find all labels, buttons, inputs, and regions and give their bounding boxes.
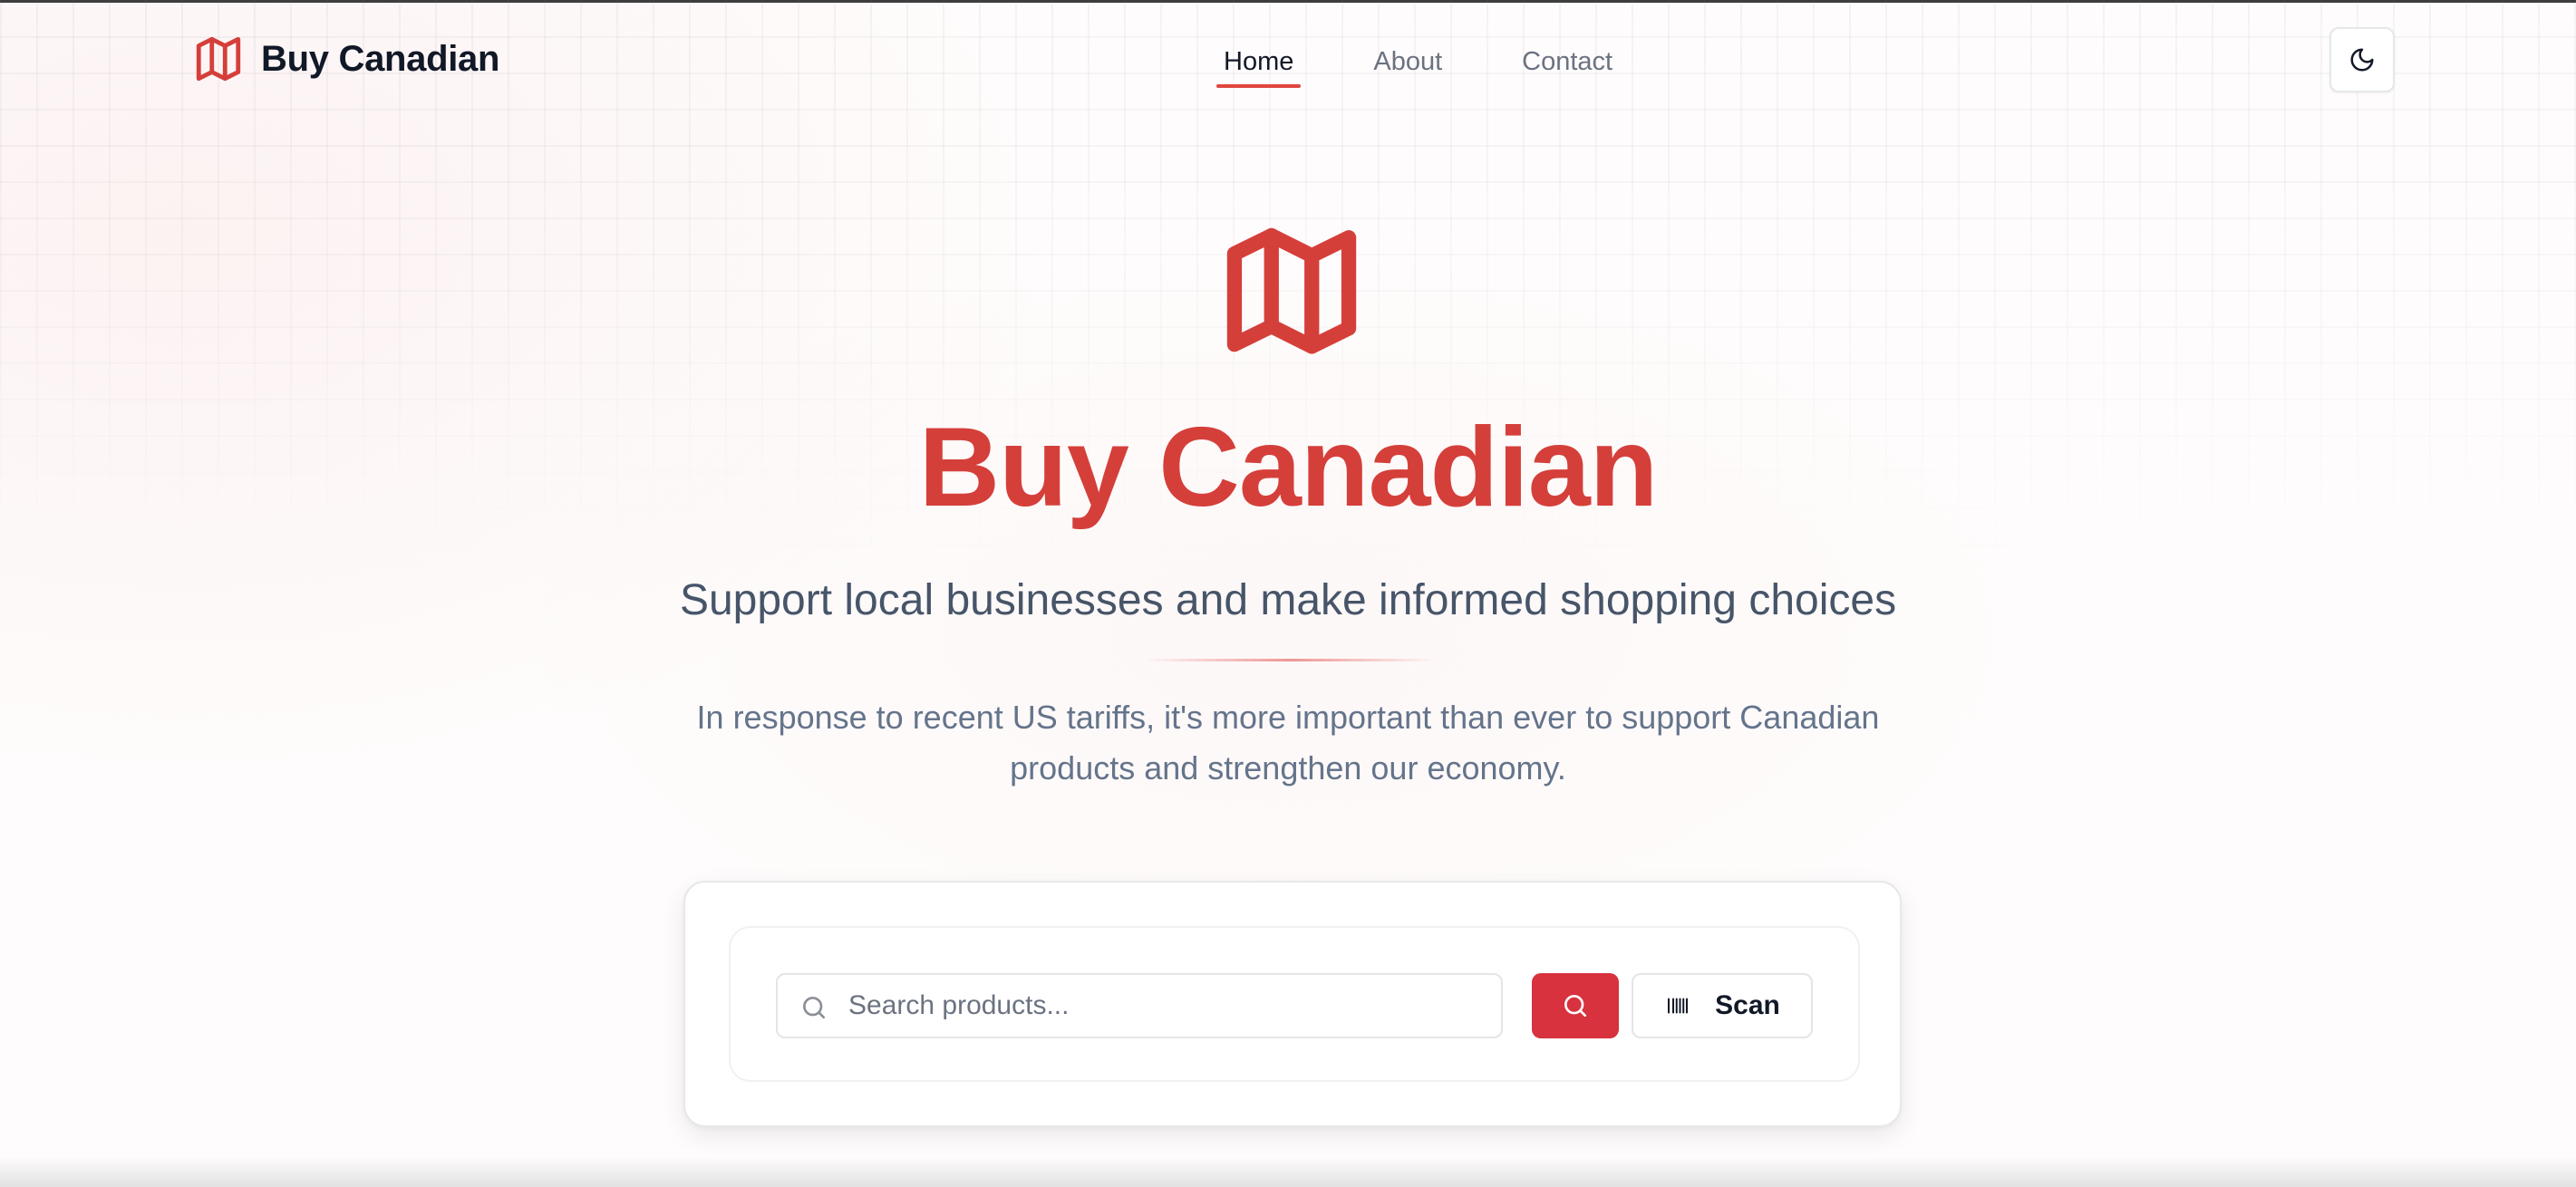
barcode-icon bbox=[1664, 992, 1691, 1019]
scan-button[interactable]: Scan bbox=[1632, 973, 1813, 1038]
hero-description: In response to recent US tariffs, it's m… bbox=[696, 699, 1880, 787]
search-submit-button[interactable] bbox=[1532, 973, 1619, 1038]
nav-contact[interactable]: Contact bbox=[1515, 40, 1620, 88]
bottom-edge-shadow bbox=[0, 1156, 2576, 1187]
hero-divider bbox=[1144, 659, 1438, 661]
search-icon bbox=[1561, 991, 1590, 1020]
hero-title: Buy Canadian bbox=[918, 405, 1659, 530]
brand-name: Buy Canadian bbox=[261, 38, 500, 79]
nav-home[interactable]: Home bbox=[1216, 40, 1302, 88]
moon-icon bbox=[2348, 46, 2376, 73]
search-card: Scan bbox=[683, 881, 1902, 1127]
brand-link[interactable]: Buy Canadian bbox=[192, 33, 499, 85]
search-panel: Scan bbox=[729, 926, 1860, 1082]
site-header: Buy Canadian Home About Contact bbox=[0, 0, 2576, 121]
theme-toggle-button[interactable] bbox=[2329, 27, 2395, 92]
map-icon bbox=[1211, 212, 1372, 373]
hero-subtitle: Support local businesses and make inform… bbox=[679, 576, 1897, 624]
map-icon bbox=[192, 33, 245, 85]
main-nav: Home About Contact bbox=[1216, 36, 1620, 91]
scan-label: Scan bbox=[1715, 990, 1780, 1020]
nav-about[interactable]: About bbox=[1366, 40, 1449, 88]
search-icon bbox=[799, 993, 828, 1022]
search-field bbox=[776, 973, 1503, 1038]
search-input[interactable] bbox=[848, 975, 1483, 1037]
